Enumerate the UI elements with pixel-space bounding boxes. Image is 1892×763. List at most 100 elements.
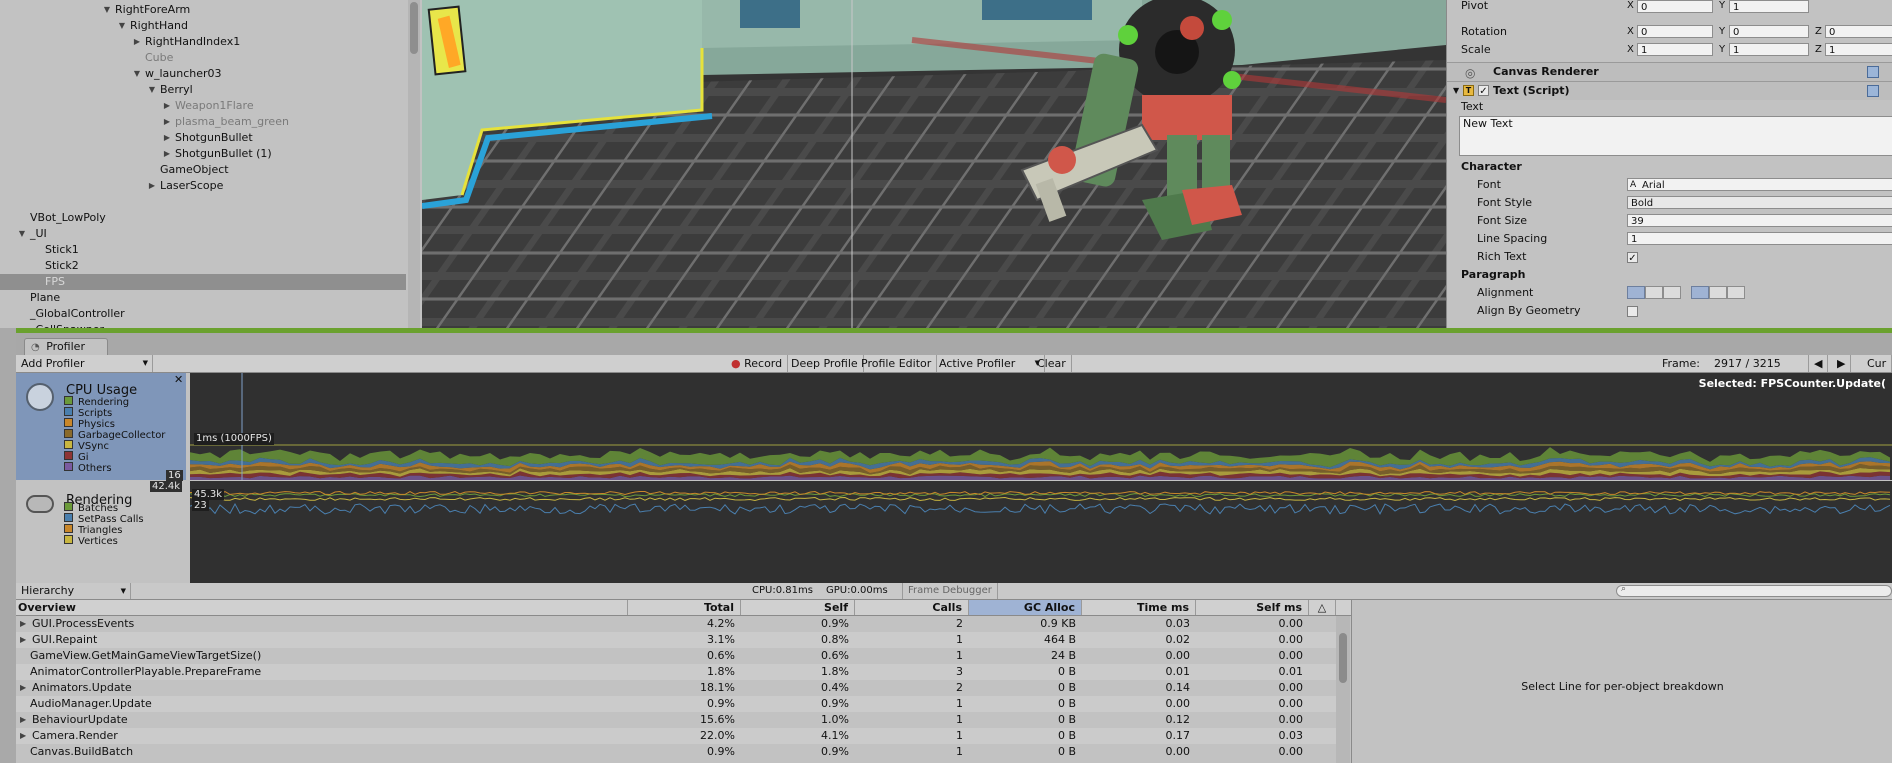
table-row[interactable]: AnimatorControllerPlayable.PrepareFrame 1… [16,664,1336,680]
foldout-expanded-icon[interactable]: ▼ [147,82,157,98]
foldout-collapsed-icon[interactable]: ▶ [132,34,142,50]
align-middle-icon[interactable] [1709,286,1727,299]
foldout-collapsed-icon[interactable]: ▶ [162,98,172,114]
legend-item[interactable]: Triangles [64,524,122,536]
hierarchy-item[interactable]: _GlobalController [0,306,406,322]
align-bottom-icon[interactable] [1727,286,1745,299]
rotation-z-field[interactable]: 0 [1825,25,1892,38]
column-time-ms[interactable]: Time ms [1082,600,1196,615]
hierarchy-item[interactable]: ▶ plasma_beam_green [0,114,406,130]
canvas-renderer-header[interactable]: ◎ Canvas Renderer [1447,62,1892,81]
next-frame-button[interactable]: ▶ [1832,355,1852,372]
text-enabled-checkbox[interactable]: ✓ [1478,85,1489,97]
legend-item[interactable]: Batches [64,502,118,514]
column-overview[interactable]: Overview [16,600,628,615]
column-gc-alloc[interactable]: GC Alloc [969,600,1082,615]
table-row[interactable]: Canvas.BuildBatch 0.9% 0.9% 1 0 B 0.00 0.00 [16,744,1336,760]
align-top-icon[interactable] [1691,286,1709,299]
help-icon[interactable] [1867,85,1879,97]
expand-row-icon[interactable]: ▶ [20,712,26,728]
prev-frame-button[interactable]: ◀ [1808,355,1829,372]
frame-debugger-button[interactable]: Frame Debugger [902,583,998,599]
align-left-icon[interactable] [1627,286,1645,299]
table-scrollbar-thumb[interactable] [1339,633,1347,683]
foldout-collapsed-icon[interactable]: ▶ [162,130,172,146]
foldout-expanded-icon[interactable]: ▼ [17,226,27,242]
expand-row-icon[interactable]: ▶ [20,632,26,648]
font-field[interactable]: A Arial [1627,178,1892,191]
text-value-field[interactable]: New Text [1459,116,1892,156]
view-mode-dropdown[interactable]: Hierarchy ▼ [16,583,131,599]
font-style-dropdown[interactable]: Bold [1627,196,1892,209]
warning-icon[interactable]: △ [1309,600,1336,615]
column-self[interactable]: Self [741,600,855,615]
scale-z-field[interactable]: 1 [1825,43,1892,56]
active-profiler-dropdown[interactable]: Active Profiler ▼ [934,355,1045,372]
clear-button[interactable]: Clear [1032,355,1072,372]
hierarchy-item[interactable]: ▼ _UI [0,226,406,242]
hierarchy-item[interactable]: ▶ Weapon1Flare [0,98,406,114]
search-input[interactable]: ⌕ [1616,584,1892,597]
hierarchy-item[interactable]: ▶ RightHandIndex1 [0,34,406,50]
record-button[interactable]: ● Record [726,355,789,372]
scale-y-field[interactable]: 1 [1729,43,1809,56]
hierarchy-item[interactable]: ▶ LaserScope [0,178,406,194]
pivot-y-field[interactable]: 1 [1729,0,1809,13]
cpu-usage-graph[interactable]: 1ms (1000FPS) Selected: FPSCounter.Updat… [190,373,1892,480]
table-row[interactable]: ▶ GUI.ProcessEvents 4.2% 0.9% 2 0.9 KB 0.03 0.0… [16,616,1336,632]
text-script-header[interactable]: ▼ T ✓ Text (Script) [1447,81,1892,100]
table-row[interactable]: ▶ GUI.Repaint 3.1% 0.8% 1 464 B 0.02 0.00 [16,632,1336,648]
hierarchy-item[interactable]: ▶ ShotgunBullet (1) [0,146,406,162]
foldout-expanded-icon[interactable]: ▼ [132,66,142,82]
font-size-field[interactable]: 39 [1627,214,1892,227]
legend-item[interactable]: GarbageCollector [64,429,165,441]
foldout-arrow-icon[interactable]: ▼ [1453,82,1459,100]
line-spacing-field[interactable]: 1 [1627,232,1892,245]
legend-item[interactable]: Scripts [64,407,112,419]
legend-item[interactable]: Others [64,462,112,474]
align-geometry-checkbox[interactable] [1627,306,1638,317]
scene-view[interactable] [422,0,1446,328]
hierarchy-item[interactable]: ▼ RightForeArm [0,2,406,18]
legend-item[interactable]: SetPass Calls [64,513,144,525]
deep-profile-button[interactable]: Deep Profile [786,355,864,372]
rotation-x-field[interactable]: 0 [1637,25,1713,38]
add-profiler-dropdown[interactable]: Add Profiler ▼ [16,355,153,372]
rendering-legend[interactable]: Rendering Batches SetPass Calls Triangles V… [16,481,186,583]
expand-row-icon[interactable]: ▶ [20,728,26,744]
hierarchy-item[interactable]: Cube [0,50,406,66]
expand-row-icon[interactable]: ▶ [20,680,26,696]
table-row[interactable]: ▶ BehaviourUpdate 15.6% 1.0% 1 0 B 0.12 0.00 [16,712,1336,728]
rendering-graph[interactable]: 45.3k 23 [190,481,1892,583]
expand-row-icon[interactable]: ▶ [20,616,26,632]
legend-item[interactable]: Rendering [64,396,129,408]
legend-item[interactable]: Gi [64,451,89,463]
foldout-collapsed-icon[interactable]: ▶ [162,114,172,130]
table-row[interactable]: AudioManager.Update 0.9% 0.9% 1 0 B 0.00 0.00 [16,696,1336,712]
legend-item[interactable]: VSync [64,440,109,452]
hierarchy-item[interactable]: ▼ Berryl [0,82,406,98]
foldout-expanded-icon[interactable]: ▼ [102,2,112,18]
foldout-collapsed-icon[interactable]: ▶ [162,146,172,162]
close-icon[interactable]: ✕ [174,373,183,386]
legend-item[interactable]: Physics [64,418,115,430]
rich-text-checkbox[interactable]: ✓ [1627,252,1638,264]
foldout-collapsed-icon[interactable]: ▶ [147,178,157,194]
hierarchy-item[interactable] [0,194,406,210]
hierarchy-item[interactable]: Stick2 [0,258,406,274]
hierarchy-item[interactable]: Plane [0,290,406,306]
scale-x-field[interactable]: 1 [1637,43,1713,56]
cpu-usage-legend[interactable]: ✕ CPU Usage Rendering Scripts Physics Garba… [16,373,186,480]
column-self-ms[interactable]: Self ms [1196,600,1309,615]
align-right-icon[interactable] [1663,286,1681,299]
help-icon[interactable] [1867,66,1879,78]
column-total[interactable]: Total [628,600,741,615]
align-center-icon[interactable] [1645,286,1663,299]
hierarchy-item[interactable]: VBot_LowPoly [0,210,406,226]
profile-editor-button[interactable]: Profile Editor [856,355,938,372]
rotation-y-field[interactable]: 0 [1729,25,1809,38]
hierarchy-item[interactable]: ▼ RightHand [0,18,406,34]
hierarchy-item[interactable]: GameObject [0,162,406,178]
pivot-x-field[interactable]: 0 [1637,0,1713,13]
hierarchy-item[interactable]: FPS [0,274,406,290]
